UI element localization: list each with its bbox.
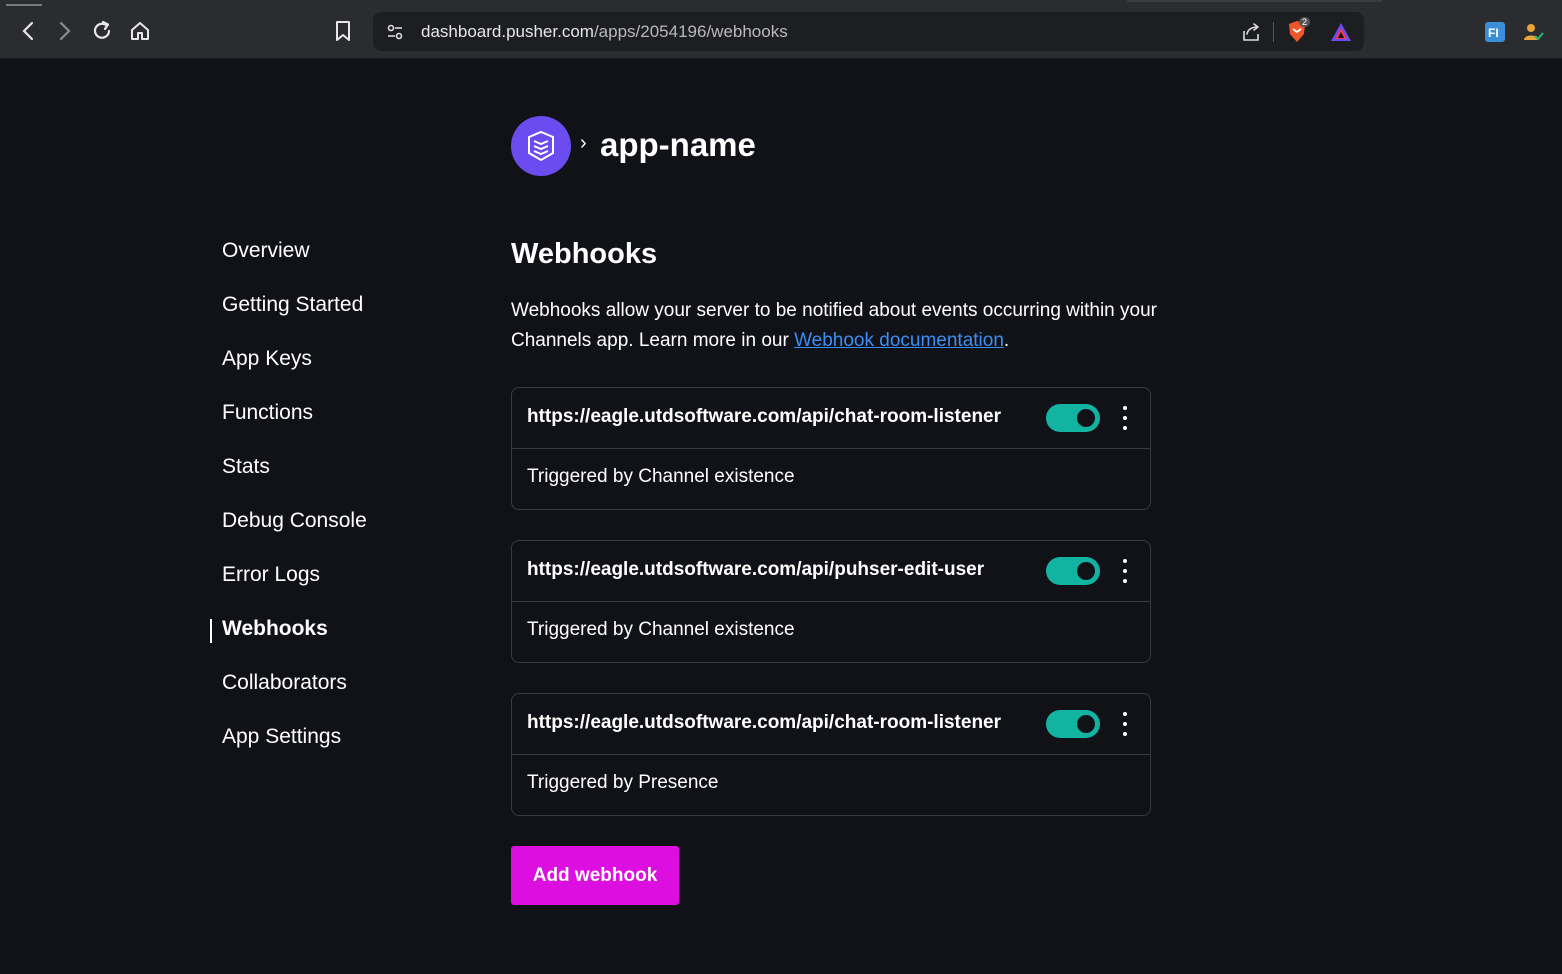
site-settings-icon[interactable] — [383, 20, 407, 44]
more-options-icon[interactable] — [1117, 559, 1133, 583]
webhook-documentation-link[interactable]: Webhook documentation — [794, 330, 1004, 351]
webhook-enabled-toggle[interactable] — [1046, 557, 1100, 585]
tab-strip-edge — [1127, 0, 1382, 2]
bookmark-icon[interactable] — [328, 16, 358, 46]
sidebar-item-error-logs[interactable]: Error Logs — [222, 560, 367, 614]
sidebar-item-app-settings[interactable]: App Settings — [222, 722, 367, 776]
webhook-card-header: https://eagle.utdsoftware.com/api/chat-r… — [512, 694, 1150, 755]
more-options-icon[interactable] — [1117, 712, 1133, 736]
forward-icon[interactable] — [50, 16, 80, 46]
svg-text:FI: FI — [1488, 26, 1499, 40]
breadcrumb-separator: › — [580, 132, 587, 154]
intro-period: . — [1003, 330, 1010, 351]
webhook-card: https://eagle.utdsoftware.com/api/puhser… — [511, 540, 1151, 663]
toggle-knob — [1077, 409, 1095, 427]
home-icon[interactable] — [125, 16, 155, 46]
webhook-card: https://eagle.utdsoftware.com/api/chat-r… — [511, 387, 1151, 510]
divider — [1273, 22, 1274, 42]
more-options-icon[interactable] — [1117, 406, 1133, 430]
app-name-title[interactable]: app-name — [600, 126, 756, 164]
tab-strip-indicator — [6, 4, 42, 6]
address-bar[interactable]: dashboard.pusher.com/apps/2054196/webhoo… — [373, 12, 1364, 51]
profile-extension-icon[interactable] — [1521, 20, 1545, 44]
webhook-trigger: Triggered by Channel existence — [527, 466, 795, 487]
toggle-knob — [1077, 562, 1095, 580]
webhook-url: https://eagle.utdsoftware.com/api/puhser… — [527, 559, 985, 580]
reload-icon[interactable] — [87, 16, 117, 46]
sidebar-item-getting-started[interactable]: Getting Started — [222, 290, 367, 344]
brave-rewards-icon[interactable] — [1329, 20, 1353, 44]
webhook-card-header: https://eagle.utdsoftware.com/api/puhser… — [512, 541, 1150, 602]
webhook-card: https://eagle.utdsoftware.com/api/chat-r… — [511, 693, 1151, 816]
url-text[interactable]: dashboard.pusher.com/apps/2054196/webhoo… — [421, 22, 788, 42]
webhook-trigger: Triggered by Presence — [527, 772, 719, 793]
sidebar-item-stats[interactable]: Stats — [222, 452, 367, 506]
sidebar-item-functions[interactable]: Functions — [222, 398, 367, 452]
webhook-enabled-toggle[interactable] — [1046, 404, 1100, 432]
sidebar-nav: Overview Getting Started App Keys Functi… — [210, 236, 367, 776]
shields-badge: 2 — [1299, 17, 1311, 27]
sidebar-item-webhooks[interactable]: Webhooks — [210, 614, 367, 668]
url-path: /apps/2054196/webhooks — [593, 22, 788, 41]
toggle-knob — [1077, 715, 1095, 733]
page-title: Webhooks — [511, 238, 658, 270]
sidebar-item-debug-console[interactable]: Debug Console — [222, 506, 367, 560]
url-host: dashboard.pusher.com — [421, 22, 594, 41]
browser-toolbar: dashboard.pusher.com/apps/2054196/webhoo… — [0, 0, 1562, 59]
translate-extension-icon[interactable]: FI — [1483, 20, 1507, 44]
back-icon[interactable] — [13, 16, 43, 46]
sidebar-item-app-keys[interactable]: App Keys — [222, 344, 367, 398]
webhook-url: https://eagle.utdsoftware.com/api/chat-r… — [527, 406, 1002, 427]
brave-shields-icon[interactable]: 2 — [1285, 17, 1311, 44]
add-webhook-button[interactable]: Add webhook — [511, 846, 679, 905]
sidebar-item-overview[interactable]: Overview — [222, 236, 367, 290]
webhook-card-header: https://eagle.utdsoftware.com/api/chat-r… — [512, 388, 1150, 449]
intro-text: Webhooks allow your server to be notifie… — [511, 296, 1171, 356]
webhook-enabled-toggle[interactable] — [1046, 710, 1100, 738]
webhook-trigger: Triggered by Channel existence — [527, 619, 795, 640]
share-icon[interactable] — [1239, 20, 1263, 44]
pusher-logo[interactable] — [511, 116, 571, 176]
webhook-url: https://eagle.utdsoftware.com/api/chat-r… — [527, 712, 1002, 733]
sidebar-item-collaborators[interactable]: Collaborators — [222, 668, 367, 722]
